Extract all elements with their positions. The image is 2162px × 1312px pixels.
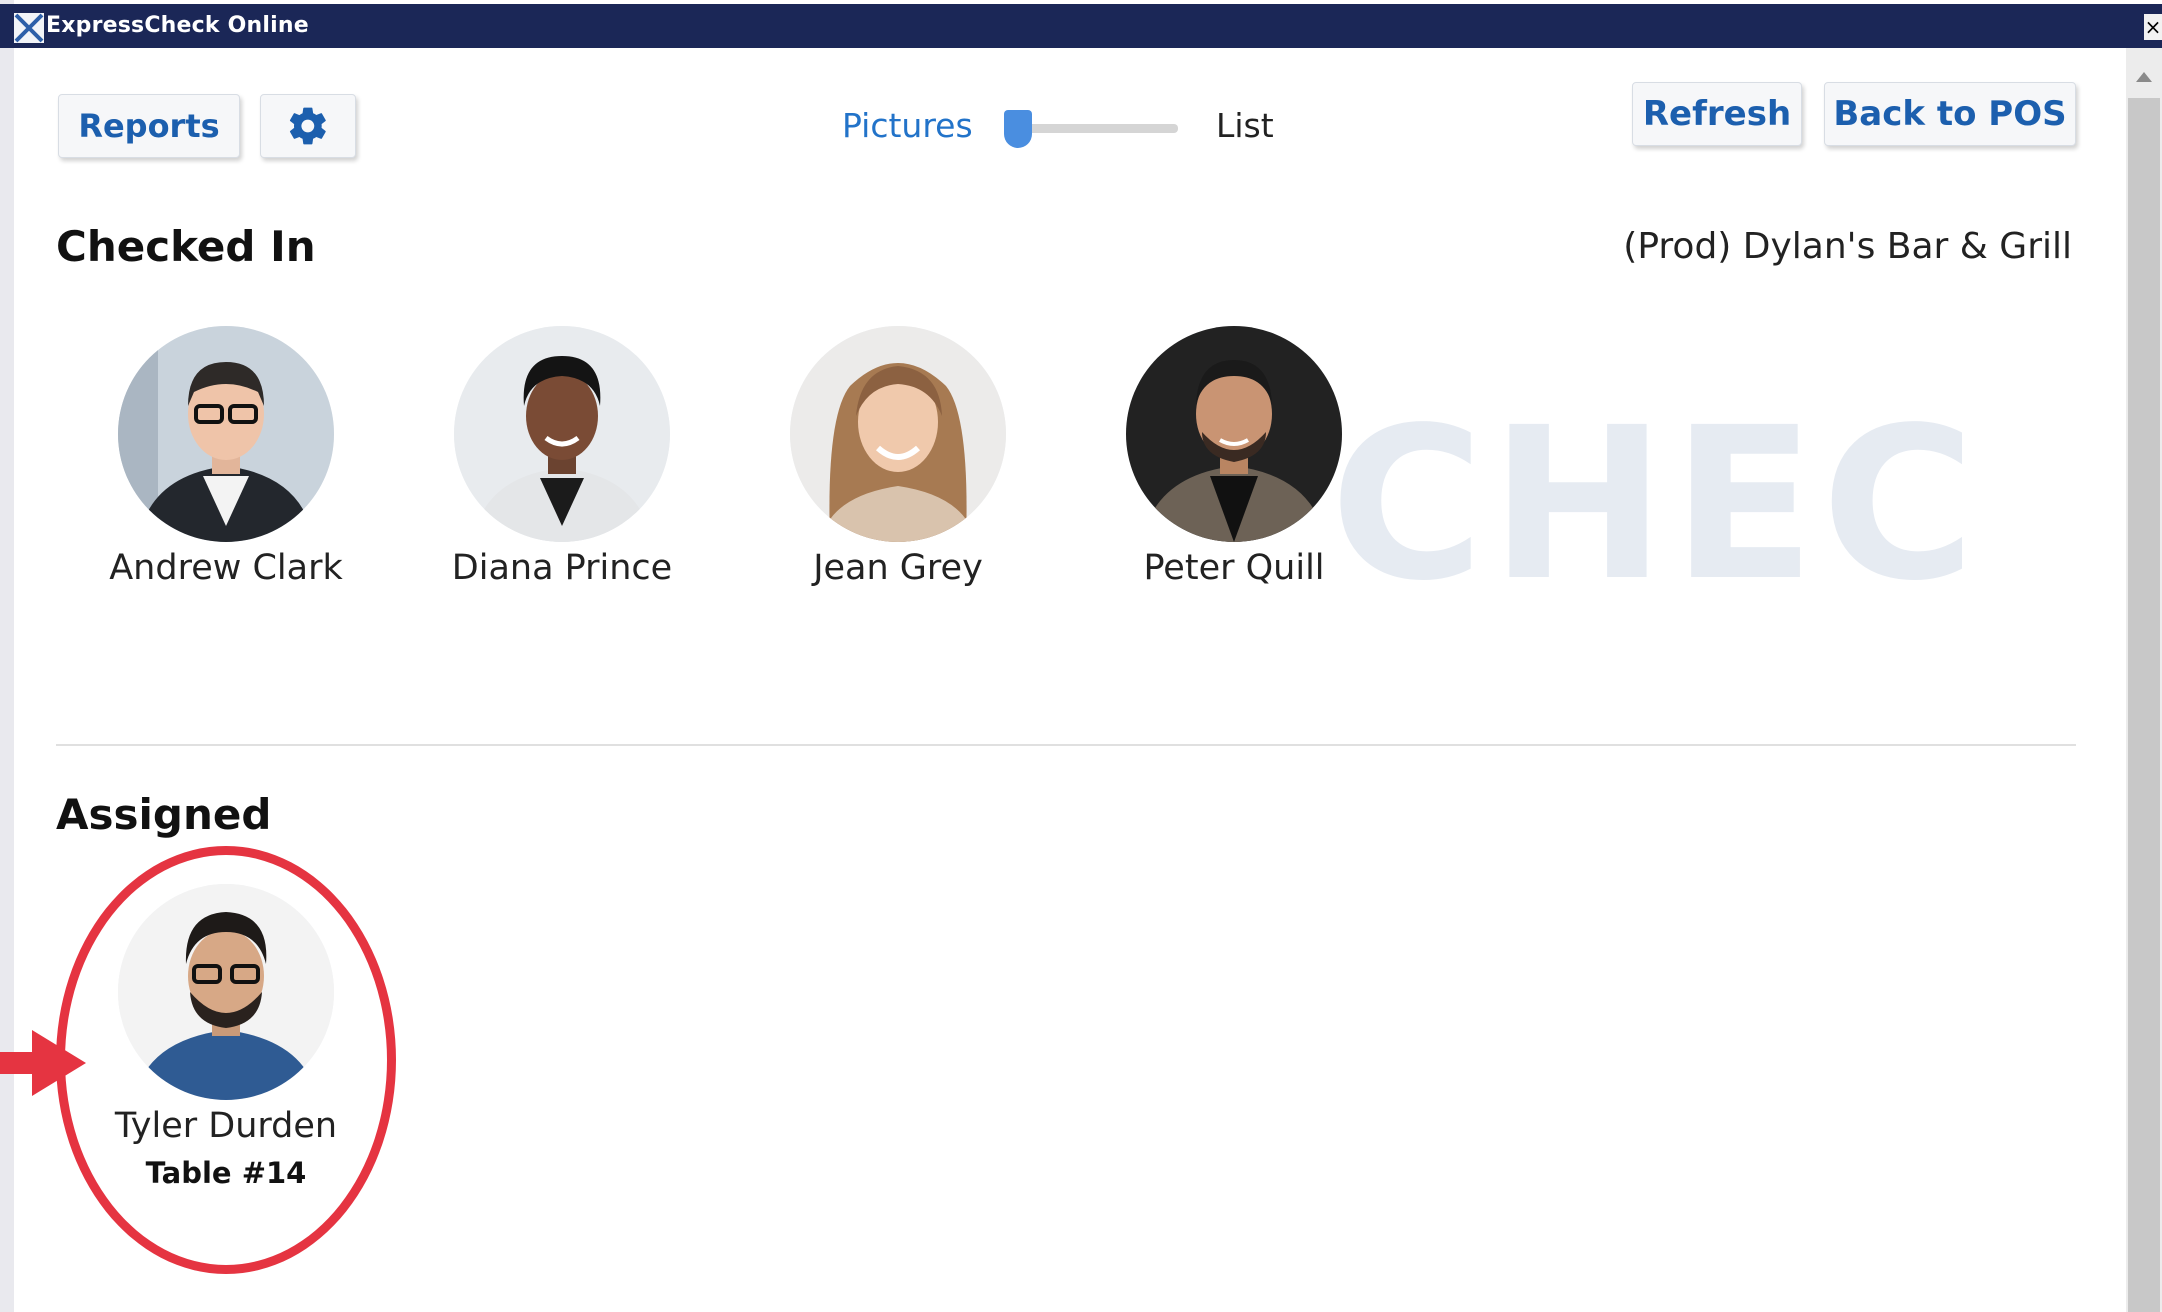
venue-name: (Prod) Dylan's Bar & Grill	[1623, 226, 2072, 267]
person-name: Diana Prince	[451, 548, 673, 588]
scroll-up-arrow-icon[interactable]	[2136, 72, 2152, 82]
view-toggle-slider-track[interactable]	[1018, 124, 1178, 133]
person-name: Jean Grey	[813, 548, 983, 588]
person-name: Andrew Clark	[109, 548, 343, 588]
checked-in-heading: Checked In	[56, 222, 316, 271]
person-name: Peter Quill	[1143, 548, 1325, 588]
title-bar: ExpressCheck Online ×	[0, 4, 2162, 48]
highlight-circle	[56, 846, 396, 1274]
checked-in-person-card[interactable]: Andrew Clark	[66, 326, 386, 588]
scrollbar-thumb[interactable]	[2128, 98, 2160, 1312]
settings-button[interactable]	[260, 94, 356, 158]
avatar	[118, 326, 334, 542]
view-toggle-list-label[interactable]: List	[1216, 106, 1274, 145]
gear-icon	[289, 107, 326, 145]
app-logo-icon	[14, 13, 44, 43]
pointer-arrow-icon	[32, 1030, 86, 1096]
close-icon[interactable]: ×	[2144, 14, 2162, 40]
window-title: ExpressCheck Online	[46, 13, 309, 38]
avatar	[1126, 326, 1342, 542]
vertical-scrollbar[interactable]	[2126, 48, 2162, 1312]
section-divider	[56, 744, 2076, 746]
refresh-button[interactable]: Refresh	[1632, 82, 1802, 146]
checked-in-person-card[interactable]: Diana Prince	[402, 326, 722, 588]
back-to-pos-button[interactable]: Back to POS	[1824, 82, 2076, 146]
checked-in-person-card[interactable]: Jean Grey	[738, 326, 1058, 588]
watermark-logo-text: CHECK	[1330, 400, 1990, 610]
avatar	[454, 326, 670, 542]
view-toggle-pictures-label[interactable]: Pictures	[842, 106, 973, 145]
avatar	[790, 326, 1006, 542]
reports-button[interactable]: Reports	[58, 94, 240, 158]
checked-in-person-card[interactable]: Peter Quill	[1074, 326, 1394, 588]
view-toggle-slider-thumb[interactable]	[1004, 110, 1032, 148]
assigned-heading: Assigned	[56, 790, 272, 839]
